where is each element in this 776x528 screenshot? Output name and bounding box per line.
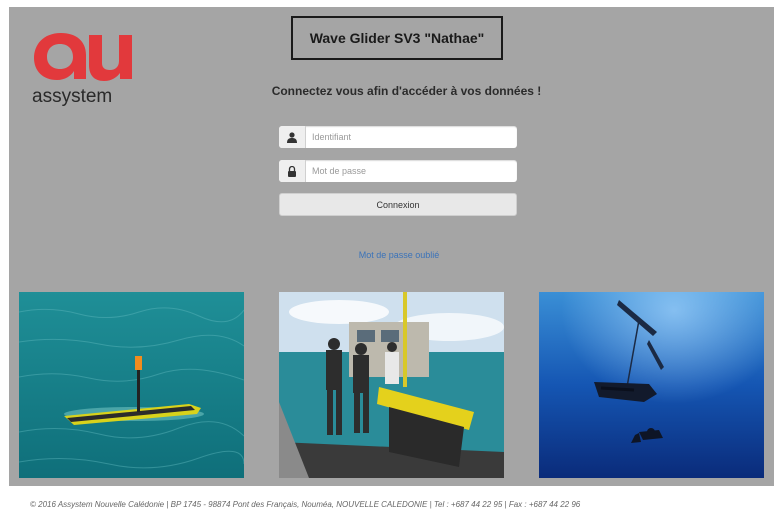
user-icon — [279, 126, 306, 148]
footer-copyright: © 2016 Assystem Nouvelle Calédonie | BP … — [30, 500, 581, 509]
underwater-divers-photo — [539, 292, 764, 478]
lock-icon — [279, 160, 306, 182]
password-input[interactable] — [306, 160, 517, 182]
glider-at-sea-photo — [19, 292, 244, 478]
forgot-password-link[interactable]: Mot de passe oublié — [9, 250, 776, 260]
login-prompt: Connectez vous afin d'accéder à vos donn… — [271, 84, 542, 98]
page-title: Wave Glider SV3 "Nathae" — [291, 16, 503, 60]
boat-deck-crew-photo — [279, 292, 504, 478]
username-input[interactable] — [306, 126, 517, 148]
password-field — [279, 160, 517, 182]
connexion-button[interactable]: Connexion — [279, 193, 517, 216]
username-field — [279, 126, 517, 148]
login-panel: assystem Wave Glider SV3 "Nathae" Connec… — [9, 7, 774, 486]
